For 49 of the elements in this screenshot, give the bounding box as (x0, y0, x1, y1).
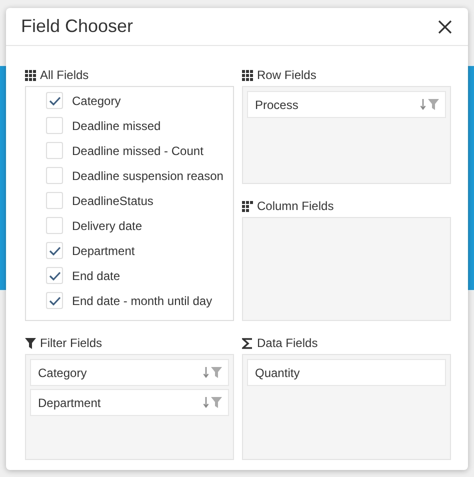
checkbox[interactable] (46, 92, 63, 109)
field-name[interactable]: End date (72, 268, 120, 282)
checkbox[interactable] (46, 117, 63, 134)
section-label: Column Fields (257, 199, 334, 213)
checkbox[interactable] (46, 242, 63, 259)
section-label: All Fields (40, 68, 89, 82)
checkmark-icon (48, 270, 60, 280)
field-name: Quantity (255, 366, 300, 380)
field-name[interactable]: Deadline missed - Count (72, 144, 204, 158)
close-icon (438, 20, 452, 34)
filter-icon (25, 338, 36, 348)
close-button[interactable] (436, 18, 454, 36)
checkbox[interactable] (46, 292, 63, 309)
field-chip[interactable]: Quantity (247, 359, 446, 386)
field-chip[interactable]: Process (247, 91, 446, 118)
field-name[interactable]: Category (72, 94, 121, 108)
field-name: Category (38, 366, 87, 380)
field-chip[interactable]: Category (30, 359, 229, 386)
section-label: Data Fields (257, 336, 318, 350)
sigma-icon (242, 338, 253, 348)
checkbox[interactable] (46, 217, 63, 234)
field-name[interactable]: Department (72, 244, 135, 258)
field-name: Department (38, 396, 101, 410)
field-chip[interactable]: Department (30, 389, 229, 416)
checkbox[interactable] (46, 192, 63, 209)
sort-arrow-icon (203, 397, 209, 408)
checkbox[interactable] (46, 267, 63, 284)
field-name: Process (255, 98, 298, 112)
field-name[interactable]: Deadline missed (72, 118, 161, 132)
filter-icon (211, 397, 222, 408)
grid-icon (242, 70, 253, 80)
dialog-title: Field Chooser (21, 16, 134, 37)
checkmark-icon (48, 96, 60, 106)
filter-icon (428, 99, 439, 110)
checkmark-icon (48, 246, 60, 256)
grid-icon (25, 70, 36, 80)
section-label: Filter Fields (40, 336, 102, 350)
checkbox[interactable] (46, 167, 63, 184)
field-name[interactable]: End date - month until day (72, 294, 212, 308)
checkmark-icon (48, 296, 60, 306)
section-label: Row Fields (257, 68, 316, 82)
field-name[interactable]: DeadlineStatus (72, 194, 154, 208)
filter-icon (211, 367, 222, 378)
field-name[interactable]: Delivery date (72, 218, 142, 232)
grid-icon (242, 200, 253, 212)
sort-arrow-icon (420, 99, 426, 110)
checkbox[interactable] (46, 142, 63, 159)
field-name[interactable]: Deadline suspension reason (72, 168, 224, 182)
sort-arrow-icon (203, 367, 209, 378)
